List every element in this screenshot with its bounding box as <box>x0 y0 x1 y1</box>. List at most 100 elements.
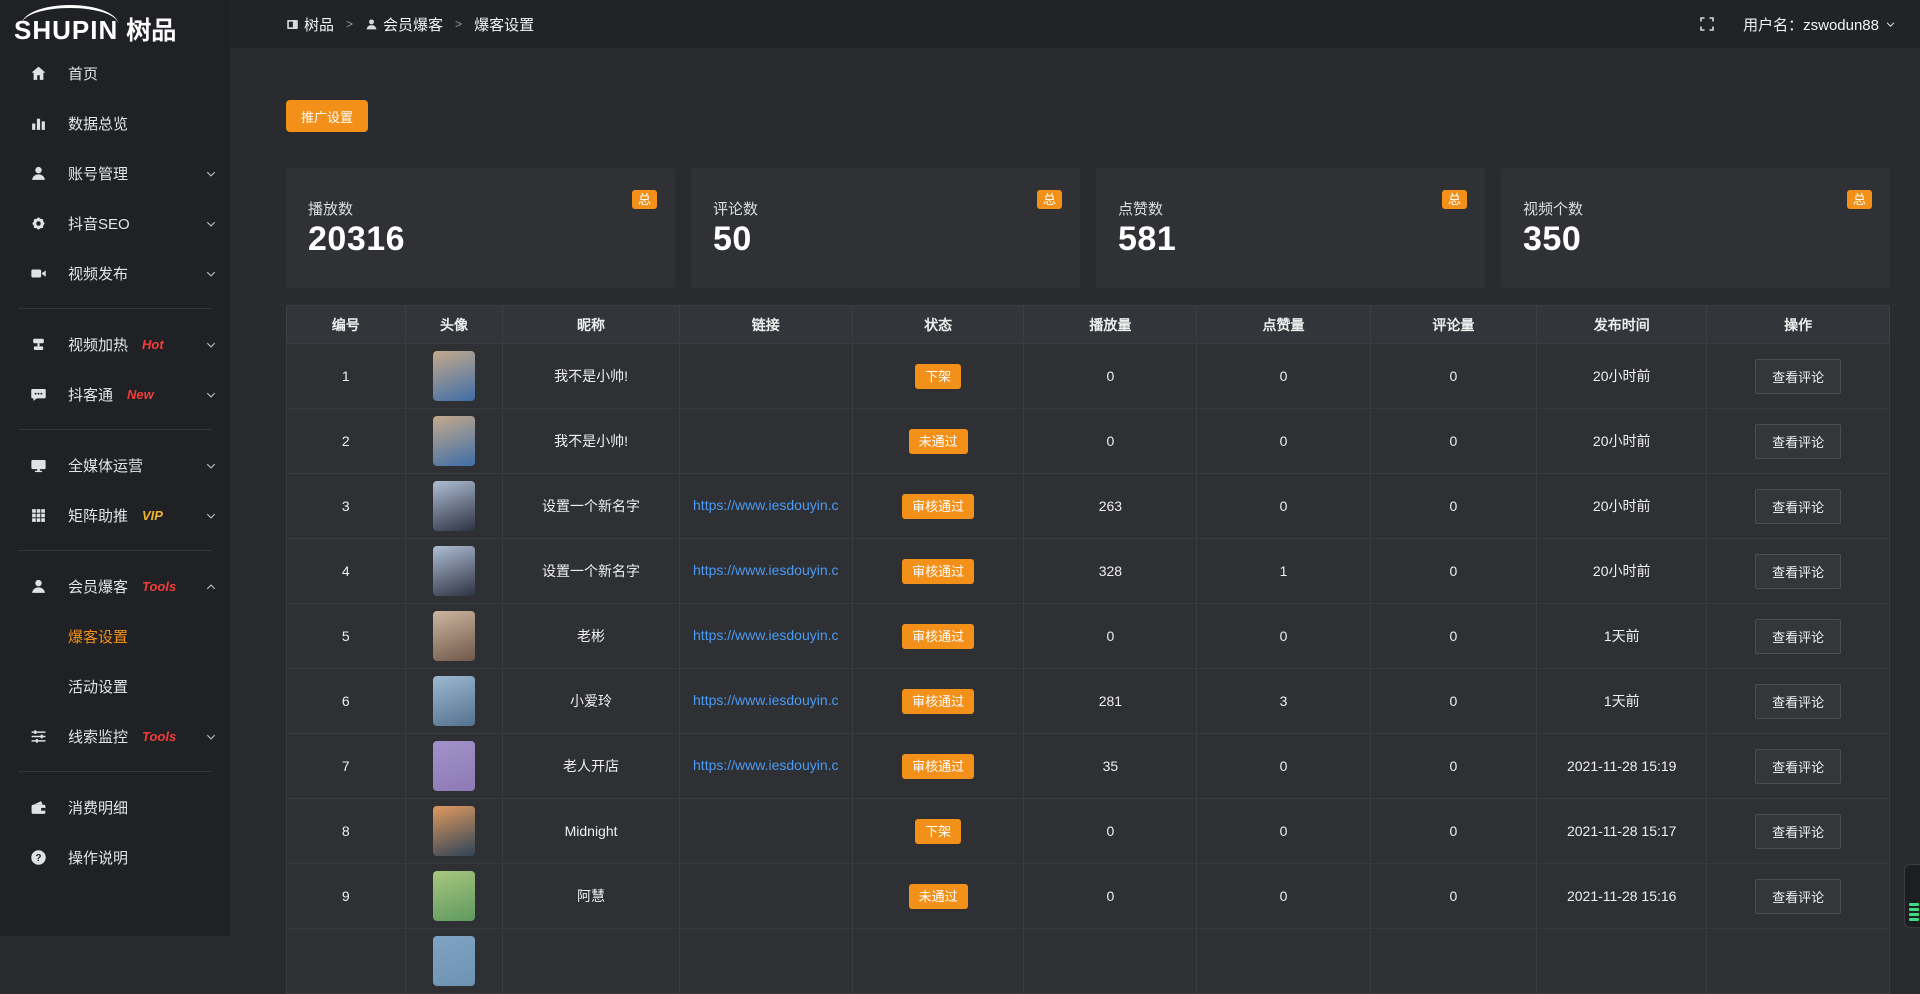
cell-link: https://www.iesdouyin.c <box>679 474 852 539</box>
sidebar-item-member-baoke[interactable]: 会员爆客Tools <box>0 561 230 611</box>
chevron-down-icon <box>1885 19 1896 30</box>
chevron-down-icon <box>205 217 217 229</box>
table-row: 2我不是小帅!未通过00020小时前查看评论 <box>287 409 1890 474</box>
avatar <box>433 871 475 921</box>
sidebar-item-baoke-settings[interactable]: 爆客设置 <box>0 611 230 661</box>
total-badge: 总 <box>1037 190 1062 209</box>
stat-label: 评论数 <box>713 198 1062 219</box>
sidebar-item-label: 全媒体运营 <box>68 455 143 476</box>
chevron-up-icon <box>205 580 217 592</box>
table-row: 6小爱玲https://www.iesdouyin.c审核通过281301天前查… <box>287 669 1890 734</box>
video-link[interactable]: https://www.iesdouyin.c <box>693 627 839 643</box>
cell-likes: 0 <box>1197 864 1370 929</box>
stat-value: 20316 <box>308 220 657 259</box>
cell-comments: 0 <box>1370 799 1537 864</box>
sidebar-item-video-publish[interactable]: 视频发布 <box>0 248 230 298</box>
video-link[interactable]: https://www.iesdouyin.c <box>693 497 839 513</box>
cell-link: https://www.iesdouyin.c <box>679 734 852 799</box>
cell-plays: 0 <box>1024 409 1197 474</box>
sidebar-item-label: 线索监控 <box>68 726 128 747</box>
cell-avatar <box>405 539 503 604</box>
videos-table: 编号 头像 昵称 链接 状态 播放量 点赞量 评论量 发布时间 操作 1我不是小… <box>286 305 1890 994</box>
sidebar-item-douyin-seo[interactable]: 抖音SEO <box>0 198 230 248</box>
stat-value: 350 <box>1523 220 1872 259</box>
question-circle-icon: ? <box>30 849 47 866</box>
cell-actions: 查看评论 <box>1707 474 1890 539</box>
avatar <box>433 481 475 531</box>
sidebar-item-label: 首页 <box>68 63 98 84</box>
person-icon <box>365 18 378 31</box>
cell-link <box>679 929 852 994</box>
signal-bar <box>1909 913 1919 916</box>
sidebar-item-video-heat[interactable]: 视频加热Hot <box>0 319 230 369</box>
cell-publish-time: 20小时前 <box>1537 474 1707 539</box>
cell-avatar <box>405 864 503 929</box>
status-badge: 审核通过 <box>902 559 974 584</box>
breadcrumb-item[interactable]: 树品 <box>286 14 334 35</box>
col-avatar: 头像 <box>405 306 503 344</box>
cell-likes: 0 <box>1197 409 1370 474</box>
cell-id: 4 <box>287 539 406 604</box>
signal-bar <box>1909 918 1919 921</box>
cell-publish-time: 1天前 <box>1537 604 1707 669</box>
view-comments-button[interactable]: 查看评论 <box>1755 749 1841 784</box>
sidebar-item-label: 抖音SEO <box>68 213 130 234</box>
video-link[interactable]: https://www.iesdouyin.c <box>693 562 839 578</box>
cell-likes: 0 <box>1197 474 1370 539</box>
sidebar-item-douketong[interactable]: 抖客通New <box>0 369 230 419</box>
avatar <box>433 611 475 661</box>
cell-actions: 查看评论 <box>1707 409 1890 474</box>
video-link[interactable]: https://www.iesdouyin.c <box>693 692 839 708</box>
sidebar-item-consumption-detail[interactable]: 消费明细 <box>0 782 230 832</box>
sidebar-divider <box>18 308 212 309</box>
promotion-settings-button[interactable]: 推广设置 <box>286 100 368 132</box>
cell-plays: 0 <box>1024 799 1197 864</box>
view-comments-button[interactable]: 查看评论 <box>1755 879 1841 914</box>
avatar <box>433 416 475 466</box>
view-comments-button[interactable]: 查看评论 <box>1755 619 1841 654</box>
sidebar-item-matrix-boost[interactable]: 矩阵助推VIP <box>0 490 230 540</box>
floating-assistant-widget[interactable] <box>1904 864 1920 928</box>
col-status: 状态 <box>852 306 1024 344</box>
sidebar-item-data-overview[interactable]: 数据总览 <box>0 98 230 148</box>
sidebar-item-activity-settings[interactable]: 活动设置 <box>0 661 230 711</box>
sidebar-item-label: 消费明细 <box>68 797 128 818</box>
status-badge: 下架 <box>915 819 961 844</box>
cell-actions: 查看评论 <box>1707 734 1890 799</box>
cell-publish-time: 1天前 <box>1537 669 1707 734</box>
sidebar-item-label: 矩阵助推 <box>68 505 128 526</box>
cell-comments: 0 <box>1370 604 1537 669</box>
cell-actions: 查看评论 <box>1707 669 1890 734</box>
view-comments-button[interactable]: 查看评论 <box>1755 554 1841 589</box>
view-comments-button[interactable]: 查看评论 <box>1755 359 1841 394</box>
breadcrumb-label: 会员爆客 <box>383 14 443 35</box>
username-label: 用户名：zswodun88 <box>1743 14 1879 35</box>
signal-bar <box>1909 908 1919 911</box>
fullscreen-icon[interactable] <box>1699 16 1715 32</box>
view-comments-button[interactable]: 查看评论 <box>1755 424 1841 459</box>
view-comments-button[interactable]: 查看评论 <box>1755 814 1841 849</box>
sidebar-divider <box>18 429 212 430</box>
view-comments-button[interactable]: 查看评论 <box>1755 684 1841 719</box>
cell-likes: 0 <box>1197 604 1370 669</box>
total-badge: 总 <box>632 190 657 209</box>
sidebar-item-clue-monitor[interactable]: 线索监控Tools <box>0 711 230 761</box>
cell-link <box>679 409 852 474</box>
sidebar-item-account-management[interactable]: 账号管理 <box>0 148 230 198</box>
sidebar-nav: 首页数据总览账号管理抖音SEO 视频发布视频加热Hot抖客通New 全媒体运营矩阵助… <box>0 48 230 882</box>
cell-comments <box>1370 929 1537 994</box>
chevron-down-icon <box>205 509 217 521</box>
cell-id: 6 <box>287 669 406 734</box>
user-menu[interactable]: 用户名：zswodun88 <box>1743 14 1896 35</box>
sidebar-item-operation-guide[interactable]: ?操作说明 <box>0 832 230 882</box>
bar-chart-icon <box>30 115 47 132</box>
stat-card-comments: 评论数 50 总 <box>691 168 1080 288</box>
sidebar-item-media-operation[interactable]: 全媒体运营 <box>0 440 230 490</box>
sidebar-item-label: 视频发布 <box>68 263 128 284</box>
view-comments-button[interactable]: 查看评论 <box>1755 489 1841 524</box>
sidebar-item-home[interactable]: 首页 <box>0 48 230 98</box>
breadcrumb-item[interactable]: 会员爆客 <box>365 14 443 35</box>
video-link[interactable]: https://www.iesdouyin.c <box>693 757 839 773</box>
cell-nickname: 我不是小帅! <box>503 344 679 409</box>
cell-status: 未通过 <box>852 864 1024 929</box>
